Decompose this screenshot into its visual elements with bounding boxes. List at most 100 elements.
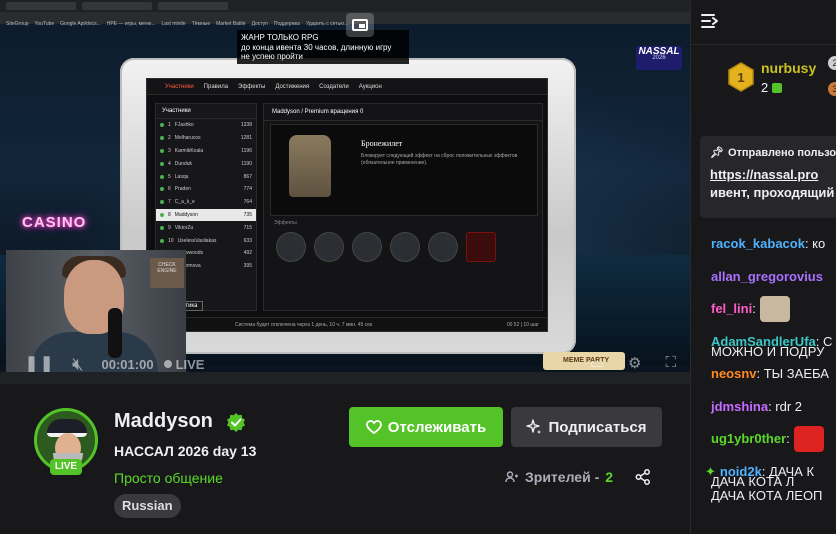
silver-medal-icon: 2 <box>828 56 836 70</box>
player-row: 9 ViktorZu 715 <box>156 221 256 234</box>
fullscreen-icon[interactable]: ⛶ <box>665 354 676 372</box>
chat-message: neosnv: ТЫ ЗАЕБА <box>711 358 836 391</box>
viewer-count: Зрителей - 2 <box>505 469 613 485</box>
effect-item-icon <box>390 232 420 262</box>
pinned-text: ивент, проходящий <box>710 185 835 200</box>
svg-text:1: 1 <box>737 70 744 85</box>
game-nav-item: Аукцион <box>358 83 382 90</box>
chat-username[interactable]: neosnv <box>711 366 757 382</box>
emote-icon <box>759 296 790 323</box>
pinned-link[interactable]: https://nassal.pro <box>710 167 830 182</box>
players-header: Участники <box>156 104 256 119</box>
game-screen: Участники Правила Эффекты Достижения Создате… <box>146 78 548 332</box>
bronze-medal-icon: 3 <box>828 82 836 96</box>
viewers-label: Зрителей - <box>525 469 600 485</box>
chat-text: : <box>786 431 790 447</box>
webcam-sign: CHECK ENGINE <box>150 258 184 288</box>
stream-title: НАССАЛ 2026 day 13 <box>114 443 257 459</box>
settings-icon[interactable]: ⚙ <box>628 354 641 372</box>
chat-username[interactable]: racok_kabacok <box>711 236 805 252</box>
player-row: 6 Praden 774 <box>156 183 256 196</box>
chat-message: allan_gregorovius <box>711 261 836 294</box>
player-row: 1 FJashko 1338 <box>156 119 256 132</box>
collapse-chat-icon[interactable] <box>701 13 719 29</box>
captured-browser-tabs <box>0 0 690 12</box>
verified-icon <box>227 413 245 432</box>
share-icon[interactable] <box>634 468 652 486</box>
video-player[interactable]: SiteGroupYouTubeGoogle Api/docs...НРЕ — … <box>0 0 690 384</box>
item-description: Блокирует следующий эффект на сброс поло… <box>361 153 518 166</box>
player-row: 2 Melharucos 1281 <box>156 132 256 145</box>
chat-username[interactable]: ug1ybr0ther <box>711 431 786 447</box>
stream-category[interactable]: Просто общение <box>114 470 223 486</box>
divider <box>691 44 836 45</box>
playback-time: 00:01:00 <box>101 356 154 372</box>
channel-info: LIVE Maddyson НАССАЛ 2026 day 13 Просто … <box>0 384 690 534</box>
picture-in-picture-button[interactable] <box>346 13 374 37</box>
channel-name[interactable]: Maddyson <box>114 410 213 433</box>
announcement-line: не успею пройти <box>241 52 303 61</box>
player-row: 8 Maddyson 735 <box>156 208 256 222</box>
game-nav-item: Правила <box>203 83 229 90</box>
language-tag[interactable]: Russian <box>114 494 181 518</box>
effect-item-icon <box>466 232 496 262</box>
gift-icon <box>772 82 783 93</box>
effect-items <box>270 232 538 276</box>
stream-page: SiteGroupYouTubeGoogle Api/docs...НРЕ — … <box>0 0 836 534</box>
items-label: Эффекты <box>274 220 297 226</box>
chat-username[interactable]: jdmshina <box>711 399 768 415</box>
vest-icon <box>289 135 331 197</box>
live-badge: LIVE <box>50 459 82 475</box>
effect-item-icon <box>352 232 382 262</box>
top-gifter-name[interactable]: nurbusy <box>761 60 816 76</box>
item-card: Бронежилет Блокирует следующий эффект на… <box>270 124 538 216</box>
chat-text: : ко <box>804 236 826 252</box>
chat-panel: 1 nurbusy 2 2 3 📌︎ Отправлено пользовате… <box>690 0 836 534</box>
player-row: 7 C_a_k_e 764 <box>156 196 256 209</box>
chat-message-continuation: ДАЧА КОТА ЛЕОП <box>711 488 823 503</box>
chat-username[interactable]: fel_lini <box>711 301 752 317</box>
theater-mode-icon[interactable]: ▭ <box>590 354 604 372</box>
player-detail-panel: Maddyson / Premium вращения 0 Бронежилет… <box>263 103 543 311</box>
captured-taskbar <box>0 372 690 384</box>
item-title: Бронежилет <box>361 139 403 148</box>
game-footer: Система будет отключена через 1 день, 10… <box>147 317 547 331</box>
player-detail-header: Maddyson / Premium вращения 0 <box>264 104 542 121</box>
game-nav-item: Создатели <box>319 83 349 90</box>
game-nav-item: Эффекты <box>238 83 266 90</box>
game-nav-item: Участники <box>165 83 194 90</box>
chat-message: jdmshina: rdr 2 <box>711 391 836 424</box>
player-row: 5 Lasqa 867 <box>156 170 256 183</box>
game-nav-item: Достижения <box>275 83 310 90</box>
viewers-number: 2 <box>605 469 614 485</box>
effect-item-icon <box>428 232 458 262</box>
follow-button[interactable]: Отслеживать <box>349 407 503 447</box>
chat-message: fel_lini: <box>711 293 836 326</box>
player-row: 3 KarmikKoala 1196 <box>156 145 256 158</box>
top-gifter-count: 2 <box>761 80 783 95</box>
gold-medal-icon: 1 <box>728 62 754 92</box>
player-row: 4 Dunduk 1190 <box>156 157 256 170</box>
captured-bookmarks-bar: SiteGroupYouTubeGoogle Api/docs...НРЕ — … <box>0 12 690 27</box>
player-row: 10 UselessVasilakas 633 <box>156 234 256 247</box>
casino-sign: CASINO <box>22 214 87 231</box>
pinned-message[interactable]: 📌︎ Отправлено пользователем https://nass… <box>700 136 836 218</box>
effect-item-icon <box>314 232 344 262</box>
game-nav: Участники Правила Эффекты Достижения Создате… <box>147 79 547 95</box>
chat-text: : ТЫ ЗАЕБА <box>756 366 829 382</box>
emote-icon <box>793 426 824 453</box>
live-indicator[interactable]: LIVE <box>163 357 204 372</box>
chat-messages: racok_kabacok: ко allan_gregorovius fel_li… <box>705 228 836 504</box>
chat-username[interactable]: allan_gregorovius <box>711 269 823 285</box>
chat-message: racok_kabacok: ко <box>711 228 836 261</box>
chat-message: ug1ybr0ther: <box>711 423 836 456</box>
viewers-icon <box>505 471 518 483</box>
chat-text: : <box>752 301 756 317</box>
subscribe-button[interactable]: Подписаться <box>511 407 662 447</box>
pinned-header: 📌︎ Отправлено пользователем <box>710 146 836 160</box>
nassal-logo: NASSAL 2026 <box>636 46 682 70</box>
announcement-line: ЖАНР ТОЛЬКО RPG <box>241 33 319 42</box>
heart-icon <box>365 420 382 434</box>
effect-item-icon <box>276 232 306 262</box>
sparkle-icon <box>526 419 542 434</box>
